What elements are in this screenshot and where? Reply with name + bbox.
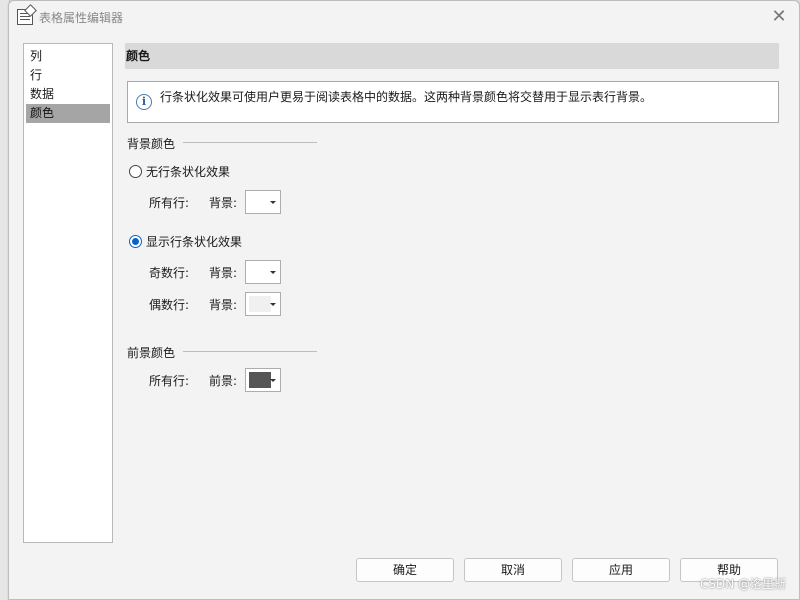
- info-icon: i: [136, 94, 152, 110]
- close-icon[interactable]: ✕: [769, 7, 789, 27]
- background-label: 背景:: [209, 297, 238, 312]
- table-edit-icon: [17, 9, 33, 25]
- all-rows-label: 所有行:: [149, 195, 190, 210]
- nav-item-columns[interactable]: 列: [26, 47, 110, 66]
- color-swatch: [249, 372, 271, 388]
- background-color-group-label: 背景颜色: [127, 137, 176, 151]
- ok-button[interactable]: 确定: [356, 558, 454, 582]
- title-bar[interactable]: 表格属性编辑器 ✕: [9, 1, 799, 33]
- chevron-down-icon: [270, 379, 276, 382]
- table-properties-dialog: 表格属性编辑器 ✕ 列 行 数据 颜色 颜色 i 行条状化效果可使用户更易于阅读…: [8, 0, 800, 600]
- category-list: 列 行 数据 颜色: [23, 43, 113, 543]
- chevron-down-icon: [270, 271, 276, 274]
- no-striping-label: 无行条状化效果: [146, 165, 231, 179]
- section-title: 颜色: [126, 49, 151, 63]
- info-text: 行条状化效果可使用户更易于阅读表格中的数据。这两种背景颜色将交替用于显示表行背景…: [160, 90, 653, 104]
- group-divider: [183, 142, 317, 143]
- all-rows-label: 所有行:: [149, 373, 190, 388]
- odd-rows-bg-color-picker[interactable]: [245, 260, 281, 284]
- all-rows-bg-row: 所有行: 背景:: [149, 190, 281, 214]
- all-rows-fg-row: 所有行: 前景:: [149, 368, 281, 392]
- even-rows-bg-row: 偶数行: 背景:: [149, 292, 281, 316]
- color-settings-panel: 颜色 i 行条状化效果可使用户更易于阅读表格中的数据。这两种背景颜色将交替用于显…: [125, 43, 779, 543]
- odd-rows-label: 奇数行:: [149, 265, 190, 280]
- odd-rows-bg-row: 奇数行: 背景:: [149, 260, 281, 284]
- info-box: i 行条状化效果可使用户更易于阅读表格中的数据。这两种背景颜色将交替用于显示表行…: [127, 81, 779, 123]
- color-swatch: [249, 296, 271, 312]
- color-swatch: [249, 264, 271, 280]
- all-rows-bg-color-picker[interactable]: [245, 190, 281, 214]
- no-striping-radio[interactable]: [129, 165, 142, 178]
- foreground-label: 前景:: [209, 373, 238, 388]
- all-rows-fg-color-picker[interactable]: [245, 368, 281, 392]
- no-striping-option[interactable]: 无行条状化效果: [129, 163, 230, 180]
- even-rows-label: 偶数行:: [149, 297, 190, 312]
- window-title: 表格属性编辑器: [39, 11, 124, 25]
- nav-item-rows[interactable]: 行: [26, 66, 110, 85]
- color-swatch: [249, 194, 271, 210]
- striping-option[interactable]: 显示行条状化效果: [129, 233, 242, 250]
- nav-item-data[interactable]: 数据: [26, 85, 110, 104]
- background-label: 背景:: [209, 265, 238, 280]
- even-rows-bg-color-picker[interactable]: [245, 292, 281, 316]
- nav-item-colors[interactable]: 颜色: [26, 104, 110, 123]
- striping-label: 显示行条状化效果: [146, 235, 243, 249]
- chevron-down-icon: [270, 201, 276, 204]
- cancel-button[interactable]: 取消: [464, 558, 562, 582]
- background-label: 背景:: [209, 195, 238, 210]
- section-header: 颜色: [125, 43, 779, 69]
- apply-button[interactable]: 应用: [572, 558, 670, 582]
- watermark: CSDN @洛里斯: [699, 577, 786, 591]
- foreground-color-group-label: 前景颜色: [127, 346, 176, 360]
- chevron-down-icon: [270, 303, 276, 306]
- striping-radio[interactable]: [129, 235, 142, 248]
- group-divider: [183, 351, 317, 352]
